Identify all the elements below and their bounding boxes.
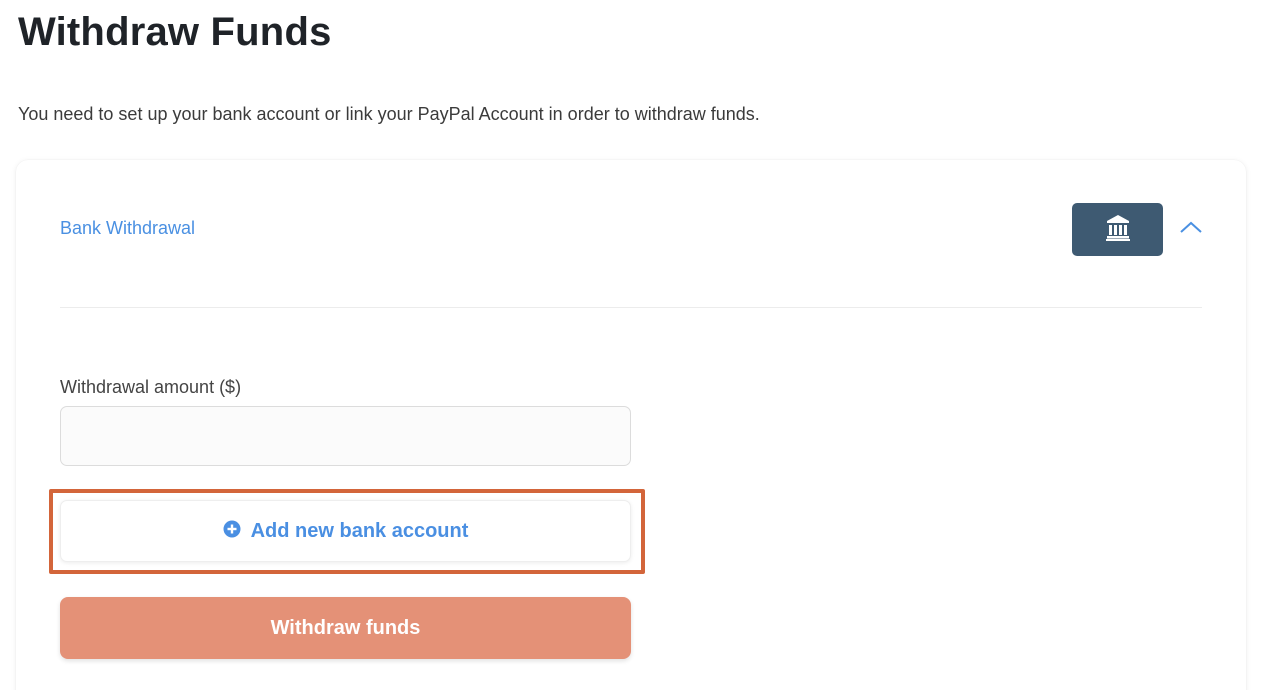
section-divider [60, 307, 1202, 308]
chevron-up-icon [1179, 220, 1203, 239]
bank-withdrawal-card: Bank Withdrawal Withdrawal amount ($) Ad… [16, 160, 1246, 690]
add-bank-account-button[interactable]: Add new bank account [60, 500, 631, 562]
add-bank-account-label: Add new bank account [250, 519, 469, 542]
withdraw-funds-label: Withdraw funds [270, 616, 421, 639]
withdrawal-amount-label: Withdrawal amount ($) [60, 377, 242, 397]
withdraw-funds-button[interactable]: Withdraw funds [60, 597, 631, 659]
withdrawal-amount-input[interactable] [60, 406, 631, 466]
page-title: Withdraw Funds [18, 10, 332, 54]
withdraw-funds-page: Withdraw Funds You need to set up your b… [0, 0, 1284, 690]
bank-withdrawal-title[interactable]: Bank Withdrawal [60, 218, 195, 239]
bank-method-button[interactable] [1072, 203, 1163, 256]
plus-circle-icon [223, 520, 241, 543]
bank-icon [1105, 213, 1131, 246]
intro-text: You need to set up your bank account or … [18, 104, 760, 124]
collapse-toggle[interactable] [1178, 216, 1204, 242]
